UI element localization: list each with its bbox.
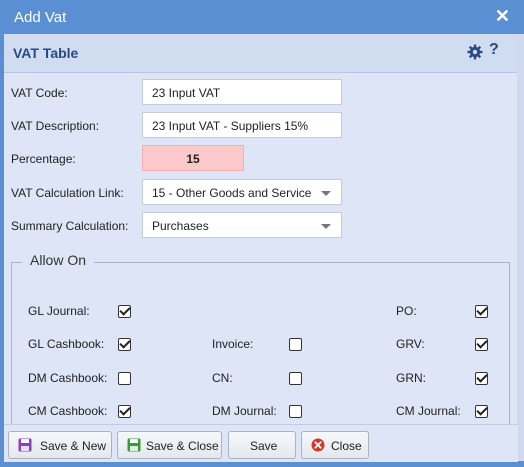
allow-on-fieldset: Allow On GL Journal: PO: GL Cashbook: Invoi… bbox=[11, 252, 510, 438]
vat-description-label: VAT Description: bbox=[11, 119, 100, 133]
close-label: Close bbox=[331, 439, 362, 453]
summary-calculation-label: Summary Calculation: bbox=[11, 219, 129, 233]
summary-calculation-row: Summary Calculation: Purchases bbox=[4, 212, 518, 240]
save-close-button[interactable]: Save & Close bbox=[117, 431, 222, 459]
allow-on-checkbox[interactable] bbox=[475, 372, 488, 385]
allow-on-checkbox[interactable] bbox=[118, 372, 131, 385]
allow-on-legend: Allow On bbox=[22, 252, 95, 268]
allow-on-option-label: Invoice: bbox=[212, 337, 254, 351]
help-icon[interactable]: ? bbox=[489, 41, 499, 59]
cancel-icon bbox=[311, 438, 325, 452]
dialog-title: Add Vat bbox=[14, 9, 67, 26]
summary-calculation-select[interactable]: Purchases bbox=[142, 212, 342, 238]
save-new-button[interactable]: Save & New bbox=[8, 431, 112, 459]
allow-on-checkbox[interactable] bbox=[118, 305, 131, 318]
vat-calculation-link-select[interactable]: 15 - Other Goods and Service bbox=[142, 179, 342, 205]
save-new-label: Save & New bbox=[40, 439, 107, 453]
allow-on-checkbox[interactable] bbox=[289, 405, 302, 418]
vat-table-panel: VAT Table ? VAT Code: 23 Input VAT VAT D… bbox=[4, 34, 518, 461]
close-button[interactable]: Close bbox=[301, 431, 369, 459]
allow-on-checkbox[interactable] bbox=[475, 405, 488, 418]
vat-description-row: VAT Description: 23 Input VAT - Supplier… bbox=[4, 112, 518, 140]
panel-title: VAT Table bbox=[13, 45, 79, 61]
allow-on-option-label: GL Journal: bbox=[28, 304, 90, 318]
save-close-label: Save & Close bbox=[146, 439, 219, 453]
percentage-input[interactable]: 15 bbox=[142, 145, 244, 171]
allow-on-option-label: GRN: bbox=[396, 371, 426, 385]
allow-on-checkbox[interactable] bbox=[289, 338, 302, 351]
chevron-down-icon bbox=[321, 224, 331, 229]
close-icon[interactable]: ✕ bbox=[495, 6, 510, 27]
allow-on-option-label: GL Cashbook: bbox=[28, 337, 105, 351]
dialog-titlebar: Add Vat ✕ bbox=[0, 0, 524, 34]
dialog-footer: Save & New Save & Close Save Close bbox=[4, 424, 518, 462]
panel-header: VAT Table ? bbox=[4, 34, 518, 73]
vat-calculation-link-row: VAT Calculation Link: 15 - Other Goods a… bbox=[4, 179, 518, 207]
gear-icon[interactable] bbox=[467, 44, 483, 60]
vat-code-input[interactable]: 23 Input VAT bbox=[142, 79, 342, 105]
percentage-row: Percentage: 15 bbox=[4, 145, 518, 173]
allow-on-option-label: DM Cashbook: bbox=[28, 371, 108, 385]
scrollbar[interactable] bbox=[517, 34, 524, 461]
summary-calculation-value: Purchases bbox=[152, 219, 209, 233]
vat-calculation-link-value: 15 - Other Goods and Service bbox=[152, 186, 312, 200]
save-button[interactable]: Save bbox=[228, 431, 296, 459]
allow-on-checkbox[interactable] bbox=[289, 372, 302, 385]
allow-on-option-label: DM Journal: bbox=[212, 404, 277, 418]
vat-code-row: VAT Code: 23 Input VAT bbox=[4, 79, 518, 107]
vat-calculation-link-label: VAT Calculation Link: bbox=[11, 186, 124, 200]
allow-on-checkbox[interactable] bbox=[118, 405, 131, 418]
allow-on-checkbox[interactable] bbox=[118, 338, 131, 351]
allow-on-option-label: CM Journal: bbox=[396, 404, 461, 418]
save-icon bbox=[18, 438, 32, 452]
save-label: Save bbox=[250, 439, 278, 453]
allow-on-checkbox[interactable] bbox=[475, 305, 488, 318]
allow-on-option-label: CN: bbox=[212, 371, 233, 385]
allow-on-checkbox[interactable] bbox=[475, 338, 488, 351]
vat-code-label: VAT Code: bbox=[11, 86, 68, 100]
allow-on-option-label: GRV: bbox=[396, 337, 425, 351]
add-vat-dialog: Add Vat ✕ VAT Table ? VAT Code: 23 Input… bbox=[0, 0, 524, 467]
save-icon bbox=[127, 438, 141, 452]
chevron-down-icon bbox=[321, 191, 331, 196]
vat-description-input[interactable]: 23 Input VAT - Suppliers 15% bbox=[142, 112, 342, 138]
allow-on-option-label: CM Cashbook: bbox=[28, 404, 108, 418]
allow-on-option-label: PO: bbox=[396, 304, 417, 318]
percentage-label: Percentage: bbox=[11, 152, 76, 166]
